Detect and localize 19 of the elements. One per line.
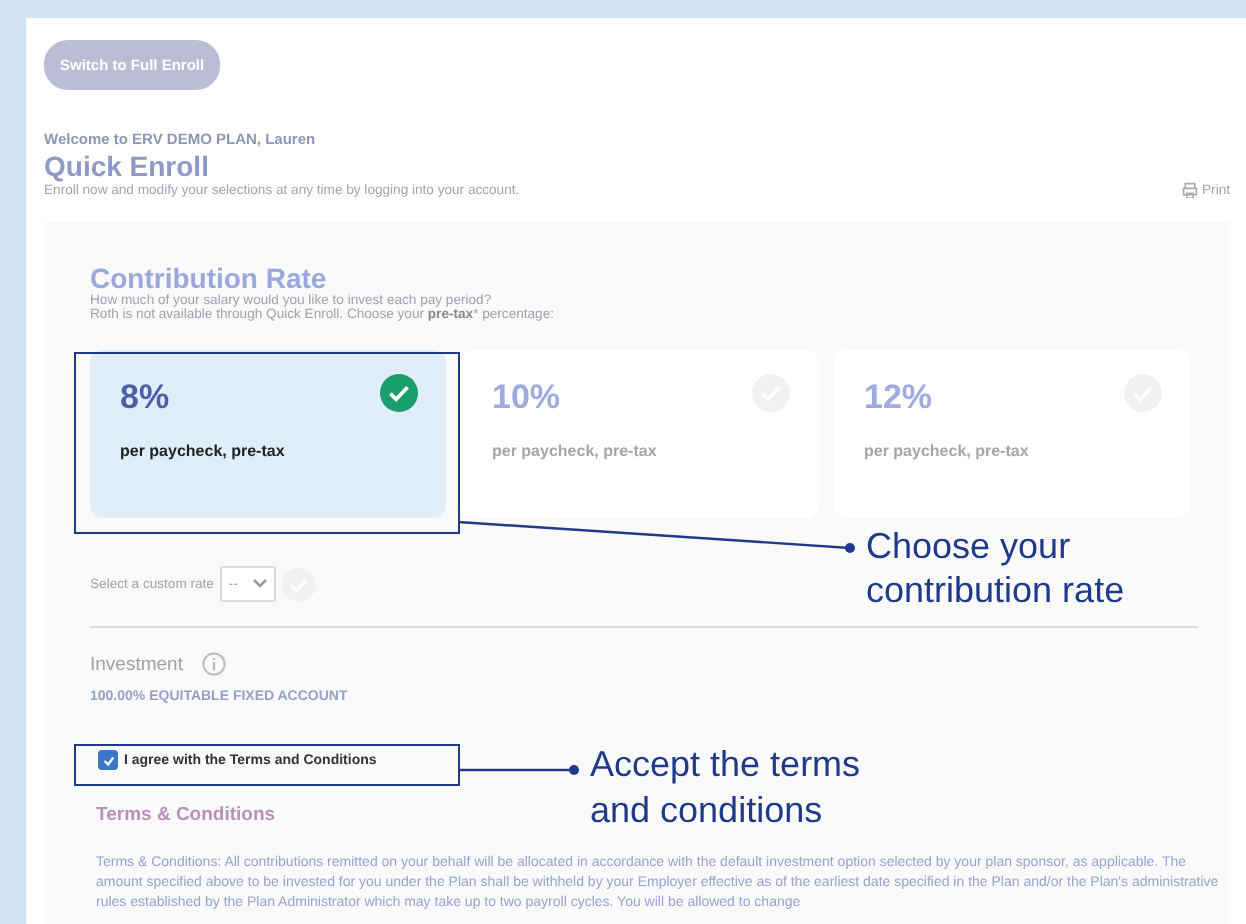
callout-text: Accept the terms and conditions	[590, 742, 863, 835]
rate-card[interactable]: 12% per paycheck, pre-tax	[834, 350, 1190, 518]
page-title: Quick Enroll	[44, 150, 211, 182]
investment-heading: Investment	[90, 653, 183, 675]
chevron-down-icon	[251, 578, 268, 590]
section-heading: Contribution Rate	[90, 262, 329, 294]
leader-line	[458, 762, 582, 778]
rate-value: 10%	[492, 378, 561, 418]
agree-checkbox[interactable]	[98, 750, 118, 770]
rate-value: 12%	[864, 378, 933, 418]
rate-card[interactable]: 8% per paycheck, pre-tax	[90, 350, 446, 518]
rate-value: 8%	[120, 378, 170, 418]
rate-card[interactable]: 10% per paycheck, pre-tax	[462, 350, 818, 518]
terms-heading: Terms & Conditions	[96, 804, 276, 826]
rate-caption: per paycheck, pre-tax	[492, 442, 659, 460]
rate-caption: per paycheck, pre-tax	[120, 442, 287, 460]
rate-caption: per paycheck, pre-tax	[864, 442, 1031, 460]
check-icon	[380, 374, 418, 412]
callout-text: Choose your contribution rate	[866, 526, 1127, 613]
